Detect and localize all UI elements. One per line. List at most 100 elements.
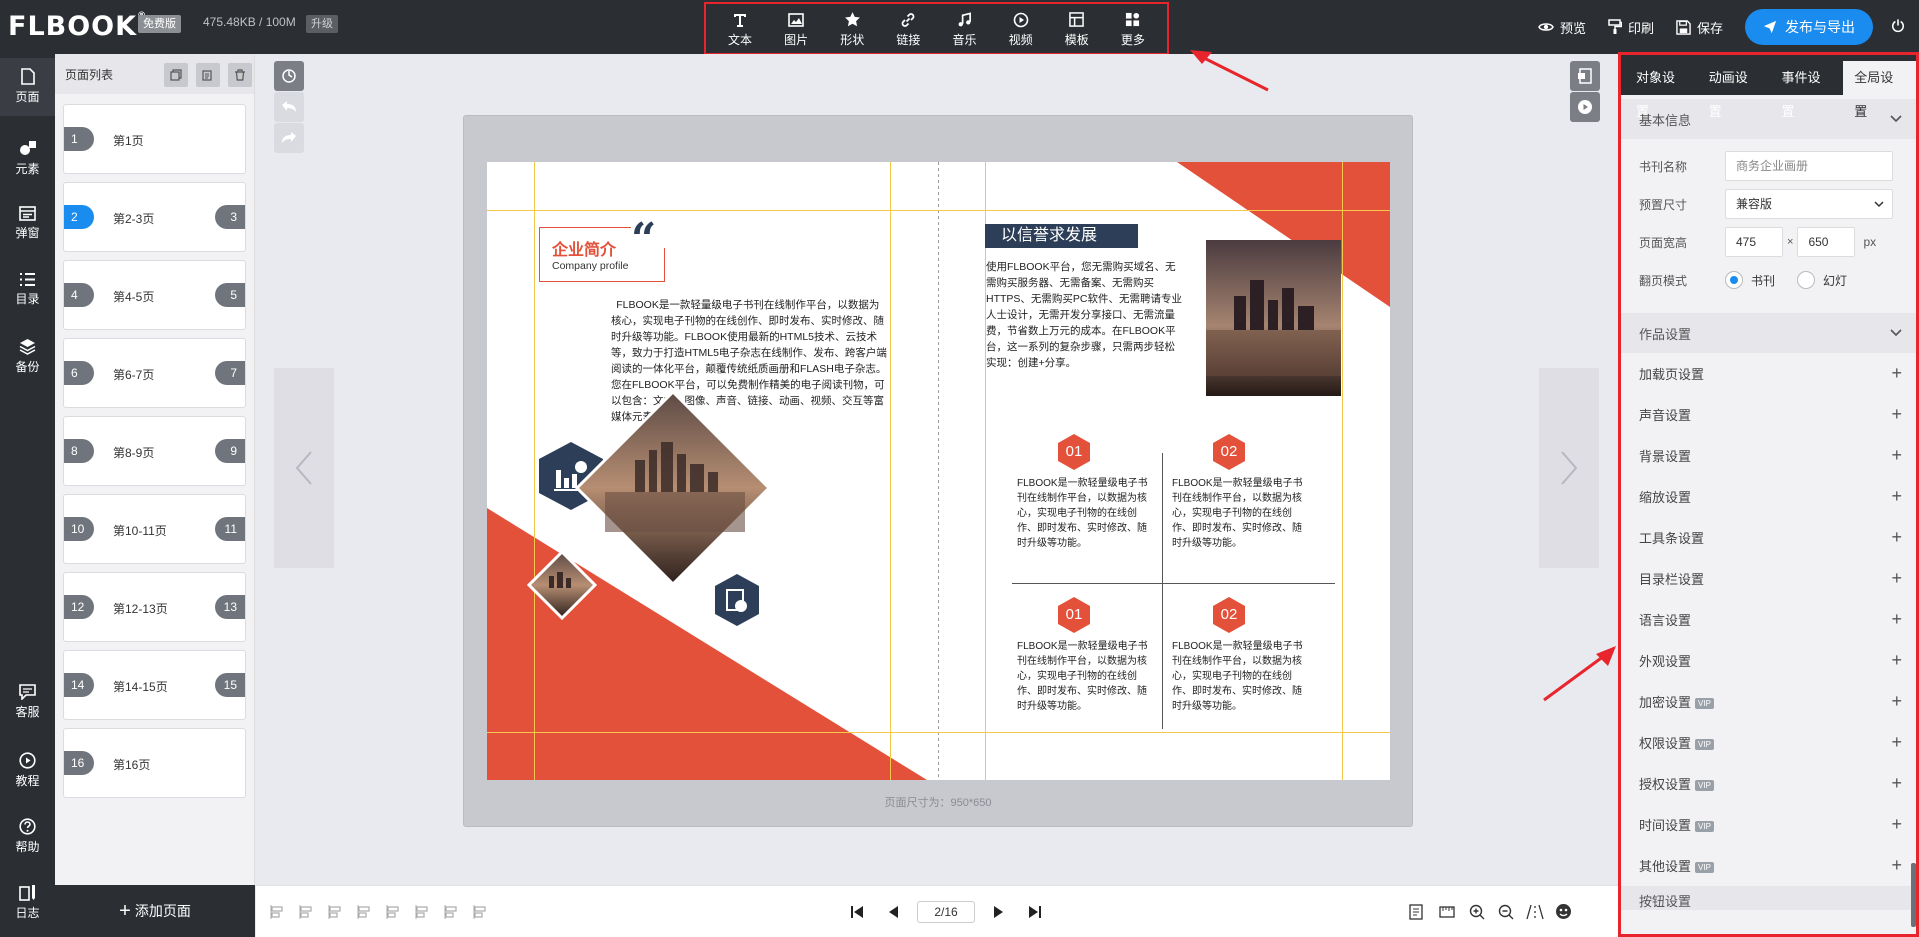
tool-shape[interactable]: 形状 xyxy=(828,10,876,48)
nav-service[interactable]: 客服 xyxy=(0,684,55,720)
play-preview-button[interactable] xyxy=(1570,92,1600,122)
tool-text[interactable]: 文本 xyxy=(716,10,764,48)
tool-image[interactable]: 图片 xyxy=(772,10,820,48)
item-text[interactable]: FLBOOK是一款轻量级电子书刊在线制作平台，以数据为核心，实现电子刊物的在线创… xyxy=(1017,476,1155,551)
upgrade-button[interactable]: 升级 xyxy=(306,15,338,33)
item-text[interactable]: FLBOOK是一款轻量级电子书刊在线制作平台，以数据为核心，实现电子刊物的在线创… xyxy=(1172,476,1310,551)
prev-page-arrow[interactable] xyxy=(274,368,334,568)
tab-event[interactable]: 事件设置 xyxy=(1771,61,1844,119)
preview-button[interactable]: 预览 xyxy=(1538,18,1586,37)
setting-row[interactable]: 授权设置 VIP + xyxy=(1621,763,1916,804)
ruler-icon[interactable] xyxy=(1439,904,1455,923)
page-thumbnail[interactable]: 2 第2-3页 3 xyxy=(63,182,246,252)
top-bar: FLBOOK® 免费版 475.48KB / 100M 升级 文本 图片 形状 … xyxy=(0,0,1919,55)
page-thumbnail[interactable]: 1 第1页 xyxy=(63,104,246,174)
preset-size-select[interactable]: 兼容版 xyxy=(1725,189,1893,219)
tab-animation[interactable]: 动画设置 xyxy=(1698,61,1771,119)
align-bottom-icon[interactable] xyxy=(415,905,429,919)
setting-row[interactable]: 时间设置 VIP + xyxy=(1621,804,1916,845)
next-page-button[interactable] xyxy=(987,900,1011,924)
face-icon[interactable] xyxy=(1555,903,1572,923)
redo-button[interactable] xyxy=(274,123,304,153)
setting-row[interactable]: 目录栏设置 + xyxy=(1621,558,1916,599)
save-button[interactable]: 保存 xyxy=(1676,18,1723,37)
setting-row[interactable]: 权限设置 VIP + xyxy=(1621,722,1916,763)
copy-page-button[interactable] xyxy=(164,63,188,87)
page-thumbnail[interactable]: 12 第12-13页 13 xyxy=(63,572,246,642)
setting-row[interactable]: 语言设置 + xyxy=(1621,599,1916,640)
power-icon[interactable] xyxy=(1891,18,1905,36)
align-top-icon[interactable] xyxy=(357,905,371,919)
item-text[interactable]: FLBOOK是一款轻量级电子书刊在线制作平台，以数据为核心，实现电子刊物的在线创… xyxy=(1172,639,1310,714)
prev-page-button[interactable] xyxy=(881,900,905,924)
basic-info-header[interactable]: 基本信息 xyxy=(1621,99,1916,139)
distribute-h-icon[interactable] xyxy=(444,905,458,919)
city-photo-diamond[interactable] xyxy=(575,390,771,586)
align-left-icon[interactable] xyxy=(270,905,284,919)
setting-row[interactable]: 缩放设置 + xyxy=(1621,476,1916,517)
page-thumbnail[interactable]: 10 第10-11页 11 xyxy=(63,494,246,564)
page-number-input[interactable]: 2/16 xyxy=(917,901,975,923)
page-thumbnail-button[interactable] xyxy=(1570,61,1600,91)
tool-template[interactable]: 模板 xyxy=(1053,10,1101,48)
align-right-icon[interactable] xyxy=(328,905,342,919)
page-width-input[interactable]: 475 xyxy=(1725,227,1783,257)
nav-tutorial[interactable]: 教程 xyxy=(0,752,55,789)
paste-page-button[interactable] xyxy=(196,63,220,87)
print-button[interactable]: 印刷 xyxy=(1608,18,1654,37)
page-thumbnail[interactable]: 8 第8-9页 9 xyxy=(63,416,246,486)
page-thumbnail[interactable]: 6 第6-7页 7 xyxy=(63,338,246,408)
tool-music[interactable]: 音乐 xyxy=(941,10,989,48)
doc-icon[interactable] xyxy=(1409,904,1423,923)
right-body-text[interactable]: 使用FLBOOK平台，您无需购买域名、无需购买服务器、无需备案、无需购买HTTP… xyxy=(986,259,1182,371)
align-tool-button[interactable] xyxy=(274,61,304,91)
align-middle-icon[interactable] xyxy=(386,905,400,919)
guide-toggle-icon[interactable] xyxy=(1526,904,1544,923)
item-text[interactable]: FLBOOK是一款轻量级电子书刊在线制作平台，以数据为核心，实现电子刊物的在线创… xyxy=(1017,639,1155,714)
nav-popup[interactable]: 弹窗 xyxy=(0,206,55,241)
setting-row[interactable]: 加载页设置 + xyxy=(1621,353,1916,394)
nav-page[interactable]: 页面 xyxy=(0,58,55,116)
button-settings-header[interactable]: 按钮设置 xyxy=(1621,886,1916,910)
setting-row[interactable]: 声音设置 + xyxy=(1621,394,1916,435)
setting-row[interactable]: 外观设置 + xyxy=(1621,640,1916,681)
page-thumbnail[interactable]: 16 第16页 xyxy=(63,728,246,798)
last-page-button[interactable] xyxy=(1023,900,1047,924)
nav-toc[interactable]: 目录 xyxy=(0,272,55,307)
flip-option-book[interactable]: 书刊 xyxy=(1725,271,1775,289)
page-thumbnail[interactable]: 14 第14-15页 15 xyxy=(63,650,246,720)
zoom-out-icon[interactable] xyxy=(1498,904,1514,923)
distribute-v-icon[interactable] xyxy=(473,905,487,919)
setting-row[interactable]: 工具条设置 + xyxy=(1621,517,1916,558)
page-thumbnail[interactable]: 4 第4-5页 5 xyxy=(63,260,246,330)
flip-option-slide[interactable]: 幻灯 xyxy=(1797,271,1847,289)
nav-backup[interactable]: 备份 xyxy=(0,338,55,375)
publish-button[interactable]: 发布与导出 xyxy=(1745,9,1873,45)
city-photo-rect[interactable] xyxy=(1206,240,1341,396)
setting-row[interactable]: 加密设置 VIP + xyxy=(1621,681,1916,722)
delete-page-button[interactable] xyxy=(228,63,252,87)
tool-video[interactable]: 视频 xyxy=(997,10,1045,48)
nav-elements[interactable]: 元素 xyxy=(0,140,55,177)
panel-scrollbar[interactable] xyxy=(1911,863,1916,927)
works-settings-header[interactable]: 作品设置 xyxy=(1621,313,1916,353)
nav-help[interactable]: 帮助 xyxy=(0,818,55,855)
right-title[interactable]: 以信誉求发展 xyxy=(985,224,1138,248)
zoom-in-icon[interactable] xyxy=(1469,904,1485,923)
align-center-icon[interactable] xyxy=(299,905,313,919)
tab-object[interactable]: 对象设置 xyxy=(1625,61,1698,119)
tool-link[interactable]: 链接 xyxy=(884,10,932,48)
setting-row[interactable]: 其他设置 VIP + xyxy=(1621,845,1916,886)
first-page-button[interactable] xyxy=(845,900,869,924)
page-height-input[interactable]: 650 xyxy=(1797,227,1856,257)
book-spread[interactable]: 企业简介 Company profile “ FLBOOK是一款轻量级电子书刊在… xyxy=(487,162,1390,780)
tool-more[interactable]: 更多 xyxy=(1109,10,1157,48)
tab-global[interactable]: 全局设置 xyxy=(1843,61,1916,119)
city-photo-small-diamond[interactable] xyxy=(527,550,597,620)
book-name-input[interactable]: 商务企业画册 xyxy=(1725,151,1893,181)
undo-button[interactable] xyxy=(274,92,304,122)
next-page-arrow[interactable] xyxy=(1539,368,1599,568)
setting-row[interactable]: 背景设置 + xyxy=(1621,435,1916,476)
nav-log[interactable]: 日志 xyxy=(0,884,55,921)
add-page-button[interactable]: + 添加页面 xyxy=(55,885,255,937)
